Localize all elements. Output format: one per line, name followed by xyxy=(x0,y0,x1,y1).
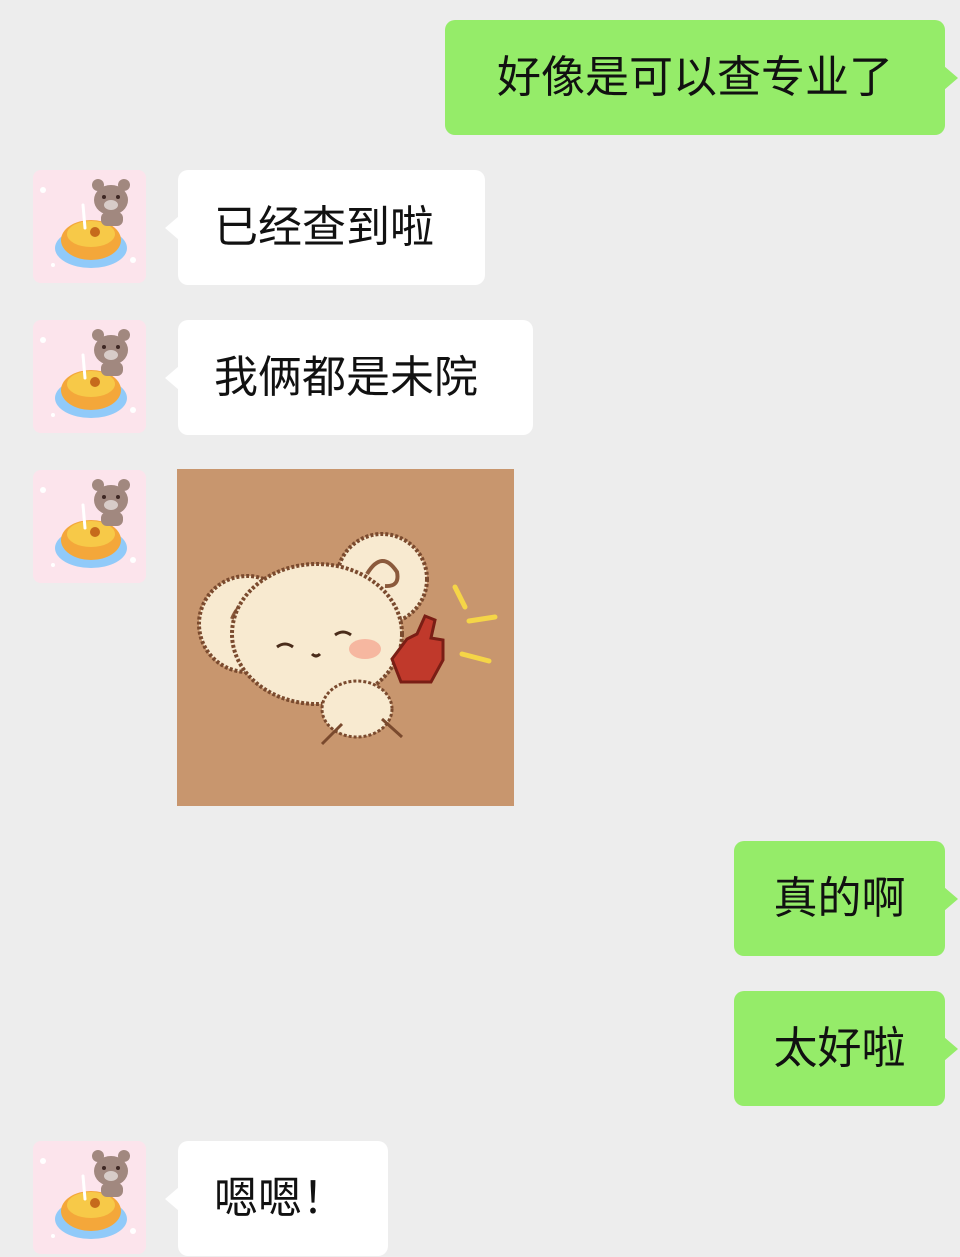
bear-on-egg-tart-avatar-icon xyxy=(33,320,146,433)
message-text: 太好啦 xyxy=(773,1023,906,1074)
message-text: 嗯嗯！ xyxy=(214,1173,346,1224)
bear-on-egg-tart-avatar-icon xyxy=(33,170,146,283)
contact-avatar[interactable] xyxy=(33,170,146,283)
message-bubble-sent[interactable]: 真的啊 xyxy=(734,841,958,956)
message-text: 我俩都是未院 xyxy=(214,352,478,403)
message-bubble-sent[interactable]: 太好啦 xyxy=(734,991,958,1106)
bear-on-egg-tart-avatar-icon xyxy=(33,470,146,583)
sticker-message[interactable] xyxy=(177,469,514,806)
chat-screen: { "messages": [ {"sender": "me", "text":… xyxy=(0,0,960,1256)
message-bubble-received[interactable]: 已经查到啦 xyxy=(165,170,485,285)
bubble-tail xyxy=(944,1037,958,1061)
cream-bear-thumbs-up-sticker-icon xyxy=(177,469,514,806)
message-bubble-received[interactable]: 我俩都是未院 xyxy=(165,320,533,435)
contact-avatar[interactable] xyxy=(33,1141,146,1254)
bubble-tail xyxy=(165,216,179,240)
bear-on-egg-tart-avatar-icon xyxy=(33,1141,146,1254)
bubble-tail xyxy=(944,887,958,911)
message-bubble-received[interactable]: 嗯嗯！ xyxy=(165,1141,388,1256)
contact-avatar[interactable] xyxy=(33,470,146,583)
message-text: 真的啊 xyxy=(773,873,906,924)
message-bubble-sent[interactable]: 好像是可以查专业了 xyxy=(445,20,958,135)
bubble-tail xyxy=(165,1187,179,1211)
contact-avatar[interactable] xyxy=(33,320,146,433)
bubble-tail xyxy=(944,66,958,90)
message-text: 已经查到啦 xyxy=(214,202,434,253)
message-text: 好像是可以查专业了 xyxy=(497,52,893,103)
bubble-tail xyxy=(165,366,179,390)
